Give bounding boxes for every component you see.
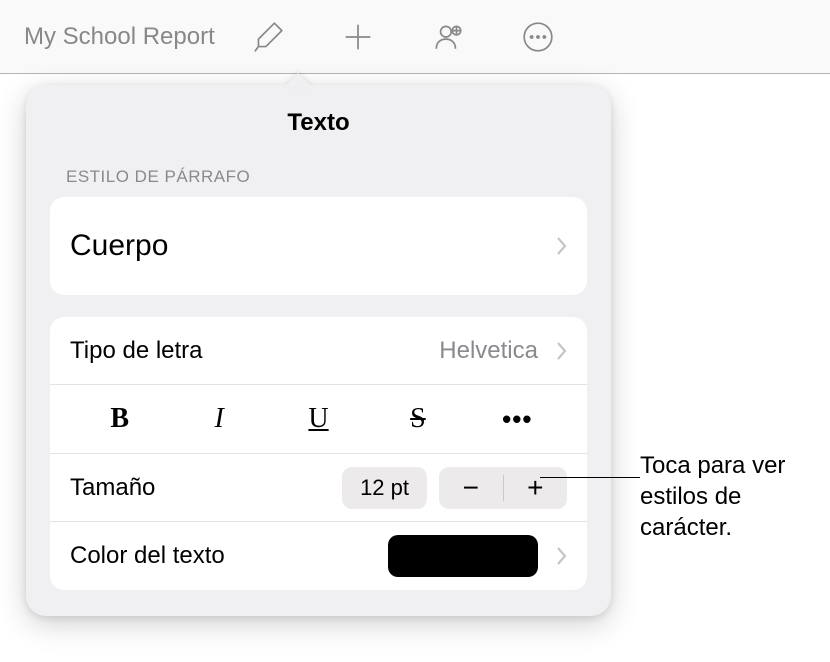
size-row: Tamaño 12 pt − +: [50, 454, 587, 522]
format-brush-icon[interactable]: [248, 17, 288, 57]
collaborate-icon[interactable]: [428, 17, 468, 57]
size-stepper: − +: [439, 467, 567, 509]
text-styles-row: B I U S •••: [50, 385, 587, 454]
font-label: Tipo de letra: [70, 337, 203, 365]
format-popover: Texto ESTILO DE PÁRRAFO Cuerpo Tipo de l…: [26, 85, 611, 616]
character-styles-button[interactable]: •••: [468, 385, 567, 453]
size-value[interactable]: 12 pt: [342, 467, 427, 509]
add-icon[interactable]: [338, 17, 378, 57]
document-title: My School Report: [24, 23, 215, 51]
popover-caret: [284, 73, 312, 87]
bold-button[interactable]: B: [70, 385, 169, 453]
size-label: Tamaño: [70, 474, 155, 502]
toolbar: My School Report: [0, 0, 830, 74]
section-label-paragraph: ESTILO DE PÁRRAFO: [26, 155, 611, 197]
strikethrough-button[interactable]: S: [368, 385, 467, 453]
text-format-card: Tipo de letra Helvetica B I U S ••• Tama…: [50, 317, 587, 590]
more-icon[interactable]: [518, 17, 558, 57]
size-increase-button[interactable]: +: [504, 467, 568, 509]
chevron-right-icon: [556, 546, 567, 566]
chevron-right-icon: [556, 341, 567, 361]
text-color-swatch[interactable]: [388, 535, 538, 577]
font-value: Helvetica: [439, 337, 538, 365]
paragraph-style-row[interactable]: Cuerpo: [50, 197, 587, 295]
text-color-row[interactable]: Color del texto: [50, 522, 587, 590]
size-decrease-button[interactable]: −: [439, 467, 503, 509]
callout-line: [540, 477, 640, 478]
text-color-label: Color del texto: [70, 542, 225, 570]
toolbar-icons: [248, 17, 558, 57]
italic-button[interactable]: I: [169, 385, 268, 453]
underline-button[interactable]: U: [269, 385, 368, 453]
popover-title: Texto: [26, 85, 611, 155]
callout-text: Toca para ver estilos de carácter.: [640, 450, 830, 544]
font-row[interactable]: Tipo de letra Helvetica: [50, 317, 587, 385]
chevron-right-icon: [556, 236, 567, 256]
paragraph-style-value: Cuerpo: [70, 229, 168, 263]
paragraph-style-card: Cuerpo: [50, 197, 587, 295]
